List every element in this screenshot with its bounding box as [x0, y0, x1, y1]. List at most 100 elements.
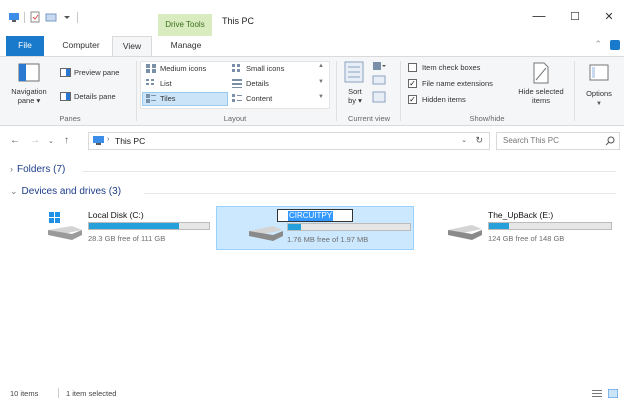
group-by-icon[interactable] — [344, 61, 364, 83]
drive-name: Local Disk (C:) — [88, 210, 144, 220]
folders-section-label: Folders (7) — [17, 164, 66, 175]
medium-icons-icon — [146, 64, 156, 73]
devices-section-label: Devices and drives (3) — [21, 186, 122, 197]
size-columns-icon[interactable] — [372, 75, 386, 85]
rename-selected-text: CIRCUITPY — [288, 211, 334, 221]
breadcrumb-separator-icon[interactable]: › — [107, 136, 109, 143]
tab-file[interactable]: File — [6, 36, 44, 56]
hidden-items-label: Hidden items — [422, 95, 466, 104]
hidden-items-checkbox[interactable]: ✓ — [408, 95, 417, 104]
search-icon[interactable] — [605, 136, 615, 146]
item-check-boxes-label: Item check boxes — [422, 63, 481, 72]
ribbon-divider — [136, 61, 137, 121]
drive-usage-fill — [489, 223, 509, 229]
this-pc-icon[interactable] — [8, 11, 20, 23]
options-label: Options — [586, 89, 612, 98]
layout-group-label: Layout — [223, 114, 247, 123]
this-pc-location-icon — [93, 136, 104, 145]
details-pane-button[interactable]: Details pane — [60, 91, 134, 103]
list-icon — [146, 79, 154, 85]
hide-selected-items-icon — [533, 62, 549, 84]
sort-by-button[interactable]: Sort by ▾ — [340, 87, 370, 109]
hide-selected-items-label: Hide selected items — [518, 87, 564, 105]
navigation-pane-icon — [18, 63, 40, 82]
item-check-boxes-toggle[interactable]: Item check boxes — [408, 62, 508, 73]
qat-divider — [24, 11, 25, 23]
collapse-ribbon-icon[interactable]: ⌃ — [594, 39, 602, 50]
chevron-right-icon: › — [10, 164, 13, 174]
status-divider — [58, 388, 59, 398]
back-arrow-icon[interactable]: ← — [10, 135, 20, 146]
forward-arrow-icon[interactable]: → — [30, 135, 40, 146]
ribbon-divider — [336, 61, 337, 121]
address-bar[interactable]: › This PC ⌄ ↻ — [88, 132, 490, 150]
new-folder-icon[interactable] — [45, 11, 57, 23]
windows-drive-icon — [48, 212, 82, 240]
recent-locations-chevron-icon[interactable]: ⌄ — [48, 137, 54, 145]
medium-icons-option[interactable]: Medium icons — [146, 64, 226, 75]
title-bar: Drive Tools This PC — ☐ ✕ — [0, 0, 624, 36]
content-option[interactable]: Content — [232, 94, 312, 105]
layout-scroll-down-icon[interactable]: ▼ — [318, 79, 324, 85]
drive-tile-the-upback[interactable]: The_UpBack (E:) 124 GB free of 148 GB — [442, 206, 618, 250]
navigation-pane-button[interactable]: Navigation pane ▾ — [6, 61, 52, 113]
tab-computer[interactable]: Computer — [56, 36, 106, 56]
close-button[interactable]: ✕ — [594, 10, 624, 23]
ribbon: Navigation pane ▾ Preview pane Details p… — [0, 56, 624, 126]
address-history-chevron-icon[interactable]: ⌄ — [461, 136, 467, 144]
up-arrow-icon[interactable]: ↑ — [64, 135, 69, 146]
item-check-boxes-checkbox[interactable] — [408, 63, 417, 72]
refresh-icon[interactable]: ↻ — [475, 135, 483, 146]
small-icons-option[interactable]: Small icons — [232, 64, 312, 75]
file-name-extensions-checkbox[interactable]: ✓ — [408, 79, 417, 88]
help-icon[interactable] — [610, 40, 620, 50]
sort-by-label: Sort by ▾ — [348, 87, 362, 105]
details-view-icon[interactable] — [592, 389, 602, 398]
large-icons-view-icon[interactable] — [608, 389, 618, 398]
quick-access-toolbar — [8, 11, 78, 23]
drive-tile-local-disk[interactable]: Local Disk (C:) 28.3 GB free of 111 GB — [44, 206, 216, 250]
tab-view[interactable]: View — [112, 36, 152, 57]
drive-name: The_UpBack (E:) — [488, 210, 554, 220]
rename-input[interactable]: CIRCUITPY — [277, 209, 353, 222]
small-icons-icon — [232, 64, 240, 72]
window-title: This PC — [222, 16, 255, 26]
ribbon-divider — [400, 61, 401, 121]
view-options-icon[interactable] — [372, 91, 386, 103]
tab-manage[interactable]: Manage — [160, 36, 212, 56]
section-divider — [82, 171, 616, 172]
file-name-extensions-toggle[interactable]: ✓ File name extensions — [408, 78, 512, 89]
details-pane-icon — [60, 92, 71, 101]
add-columns-icon[interactable] — [372, 61, 386, 71]
breadcrumb-this-pc[interactable]: This PC — [115, 136, 145, 146]
tiles-label: Tiles — [160, 94, 176, 103]
customize-qat-icon[interactable] — [61, 11, 73, 23]
preview-pane-button[interactable]: Preview pane — [60, 67, 134, 79]
ribbon-tabs: File Computer View Manage ⌃ — [0, 36, 624, 57]
small-icons-label: Small icons — [246, 64, 285, 73]
navigation-pane-label: Navigation pane ▾ — [11, 87, 47, 105]
list-option[interactable]: List — [146, 79, 226, 90]
hidden-items-toggle[interactable]: ✓ Hidden items — [408, 94, 508, 105]
minimize-button[interactable]: — — [524, 8, 554, 23]
hide-selected-items-button[interactable]: Hide selected items — [512, 61, 570, 113]
drive-usage-fill — [89, 223, 179, 229]
drive-usage-bar — [488, 222, 612, 230]
drive-usage-bar — [88, 222, 210, 230]
devices-section-header[interactable]: ⌄ Devices and drives (3) — [10, 186, 121, 197]
panes-group-label: Panes — [59, 114, 81, 123]
details-option[interactable]: Details — [232, 79, 312, 90]
status-bar: 10 items 1 item selected — [0, 386, 624, 401]
folders-section-header[interactable]: › Folders (7) — [10, 164, 65, 175]
search-input[interactable]: Search This PC — [496, 132, 620, 150]
properties-icon[interactable] — [29, 11, 41, 23]
selection-count: 1 item selected — [66, 389, 117, 398]
layout-expand-icon[interactable]: ▼ — [318, 94, 324, 100]
show-hide-group-label: Show/hide — [469, 114, 505, 123]
tiles-option[interactable]: Tiles — [146, 94, 226, 105]
options-button[interactable]: Options ▼ — [578, 61, 620, 113]
drive-usage-bar — [287, 223, 411, 231]
layout-scroll-up-icon[interactable]: ▲ — [318, 63, 324, 69]
maximize-button[interactable]: ☐ — [560, 10, 590, 23]
drive-tile-circuitpy[interactable]: CIRCUITPY 1.76 MB free of 1.97 MB — [216, 206, 414, 250]
